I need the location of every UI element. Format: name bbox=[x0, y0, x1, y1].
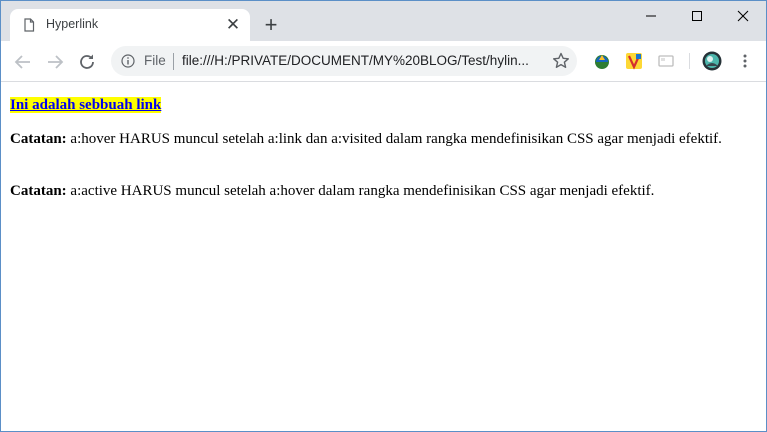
address-bar[interactable]: File file:///H:/PRIVATE/DOCUMENT/MY%20BL… bbox=[111, 46, 577, 76]
menu-kebab-icon[interactable] bbox=[736, 52, 754, 70]
new-tab-button[interactable]: + bbox=[259, 14, 283, 38]
browser-toolbar: File file:///H:/PRIVATE/DOCUMENT/MY%20BL… bbox=[1, 41, 766, 82]
minimize-button[interactable] bbox=[628, 1, 674, 31]
bookmark-star-icon[interactable] bbox=[551, 51, 571, 71]
sample-link[interactable]: Ini adalah sebbuah link bbox=[10, 97, 162, 113]
tab-title: Hyperlink bbox=[46, 17, 99, 31]
address-separator bbox=[173, 53, 174, 70]
maximize-button[interactable] bbox=[674, 1, 720, 31]
info-icon[interactable] bbox=[121, 54, 135, 68]
note-hover-text: a:hover HARUS muncul setelah a:link dan … bbox=[66, 131, 722, 147]
page-content: Ini adalah sebbuah link Catatan: a:hover… bbox=[1, 82, 766, 431]
document-icon bbox=[22, 18, 36, 32]
close-window-button[interactable] bbox=[720, 1, 766, 31]
note-active-label: Catatan: bbox=[10, 183, 67, 199]
reload-button[interactable] bbox=[76, 51, 98, 73]
link-paragraph: Ini adalah sebbuah link bbox=[10, 97, 745, 114]
scheme-label: File bbox=[144, 53, 166, 68]
reload-icon bbox=[80, 54, 94, 69]
note-hover: Catatan: a:hover HARUS muncul setelah a:… bbox=[10, 131, 745, 148]
forward-button[interactable] bbox=[44, 51, 66, 73]
url-text[interactable]: file:///H:/PRIVATE/DOCUMENT/MY%20BLOG/Te… bbox=[182, 53, 529, 68]
back-button[interactable] bbox=[12, 51, 34, 73]
note-active-text: a:active HARUS muncul setelah a:hover da… bbox=[66, 183, 655, 199]
screen-extension-icon[interactable] bbox=[657, 52, 675, 70]
forward-arrow-icon bbox=[48, 55, 64, 69]
close-icon bbox=[737, 10, 749, 22]
vpn-extension-icon[interactable] bbox=[625, 52, 643, 70]
title-bar: Hyperlink ✕ + bbox=[1, 1, 766, 41]
note-active: Catatan: a:active HARUS muncul setelah a… bbox=[10, 183, 745, 200]
downloader-extension-icon[interactable] bbox=[593, 52, 611, 70]
maximize-icon bbox=[692, 11, 702, 21]
tab-hyperlink[interactable]: Hyperlink ✕ bbox=[10, 9, 250, 41]
browser-window: Hyperlink ✕ + File file:///H:/PRIVATE/DO… bbox=[0, 0, 767, 432]
toolbar-divider bbox=[689, 53, 690, 69]
profile-avatar[interactable] bbox=[702, 51, 722, 71]
back-arrow-icon bbox=[14, 55, 30, 69]
minimize-icon bbox=[646, 15, 656, 17]
close-tab-icon[interactable]: ✕ bbox=[223, 15, 243, 35]
note-hover-label: Catatan: bbox=[10, 131, 67, 147]
